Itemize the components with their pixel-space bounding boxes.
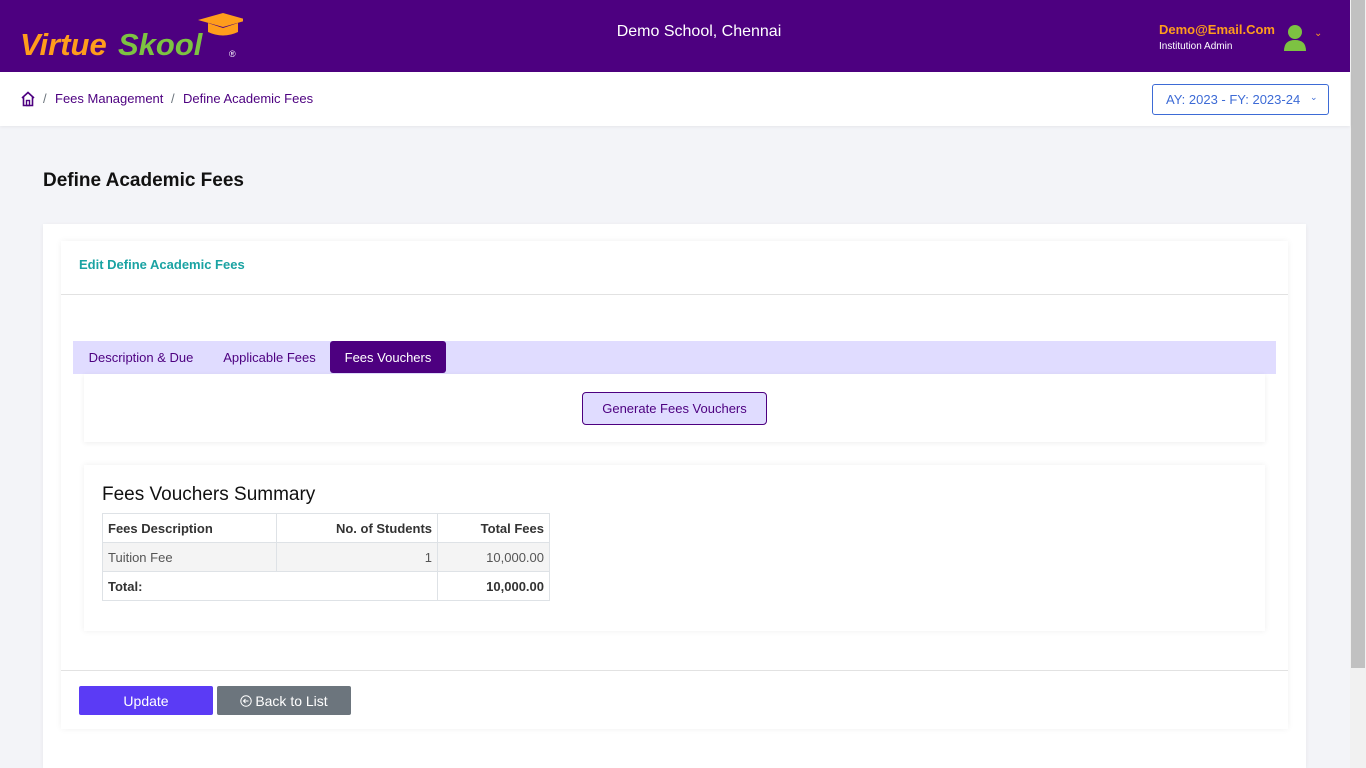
user-role: Institution Admin (1159, 41, 1233, 52)
generate-vouchers-panel: Generate Fees Vouchers (84, 374, 1265, 442)
edit-panel: Edit Define Academic Fees Description & … (61, 241, 1288, 729)
tab-fees-vouchers[interactable]: Fees Vouchers (330, 341, 446, 373)
cell-fees-description: Tuition Fee (102, 542, 277, 572)
academic-year-value: AY: 2023 - FY: 2023-24 (1166, 92, 1301, 107)
breadcrumb-bar: / Fees Management / Define Academic Fees… (0, 72, 1350, 126)
tab-bar: Description & Due Applicable Fees Fees V… (73, 341, 1276, 374)
tab-description-due[interactable]: Description & Due (73, 341, 209, 373)
back-to-list-label: Back to List (255, 692, 328, 709)
logo-registered-mark: ® (229, 49, 236, 59)
user-email[interactable]: Demo@Email.Com (1159, 22, 1275, 37)
breadcrumb-separator: / (43, 91, 47, 106)
breadcrumb-fees-management[interactable]: Fees Management (55, 91, 163, 106)
circle-arrow-left-icon (240, 694, 253, 707)
divider (61, 294, 1288, 295)
table-row: Tuition Fee 1 10,000.00 (102, 542, 550, 572)
column-header-total-fees: Total Fees (437, 513, 550, 543)
chevron-down-icon: ⌄ (1310, 92, 1318, 102)
breadcrumb-define-academic-fees: Define Academic Fees (183, 91, 314, 106)
column-header-fees-description: Fees Description (102, 513, 277, 543)
card-title: Edit Define Academic Fees (79, 257, 245, 272)
home-icon[interactable] (20, 91, 36, 107)
tab-applicable-fees[interactable]: Applicable Fees (209, 341, 330, 373)
user-menu-chevron-down-icon[interactable]: ⌄ (1314, 28, 1322, 39)
total-label: Total: (102, 571, 438, 601)
table-total-row: Total: 10,000.00 (102, 571, 550, 601)
footer-divider (61, 670, 1288, 671)
academic-year-selector[interactable]: AY: 2023 - FY: 2023-24 ⌄ (1152, 84, 1329, 115)
page-scrollbar-thumb[interactable] (1351, 0, 1365, 668)
top-header: Virtue Skool ® Demo School, Chennai Demo… (0, 0, 1350, 72)
main-card: Edit Define Academic Fees Description & … (43, 224, 1306, 768)
generate-fees-vouchers-button[interactable]: Generate Fees Vouchers (582, 392, 767, 425)
total-value: 10,000.00 (437, 571, 550, 601)
column-header-no-of-students: No. of Students (276, 513, 438, 543)
cell-total-fees: 10,000.00 (437, 542, 550, 572)
back-to-list-button[interactable]: Back to List (217, 686, 351, 715)
update-button[interactable]: Update (79, 686, 213, 715)
table-header-row: Fees Description No. of Students Total F… (102, 513, 550, 543)
breadcrumb-separator: / (171, 91, 175, 106)
page-title: Define Academic Fees (43, 170, 244, 191)
user-avatar-icon[interactable] (1282, 24, 1308, 52)
summary-title: Fees Vouchers Summary (102, 484, 316, 505)
summary-table: Fees Description No. of Students Total F… (102, 513, 550, 601)
cell-no-of-students: 1 (276, 542, 438, 572)
fees-vouchers-summary-panel: Fees Vouchers Summary Fees Description N… (84, 465, 1265, 631)
